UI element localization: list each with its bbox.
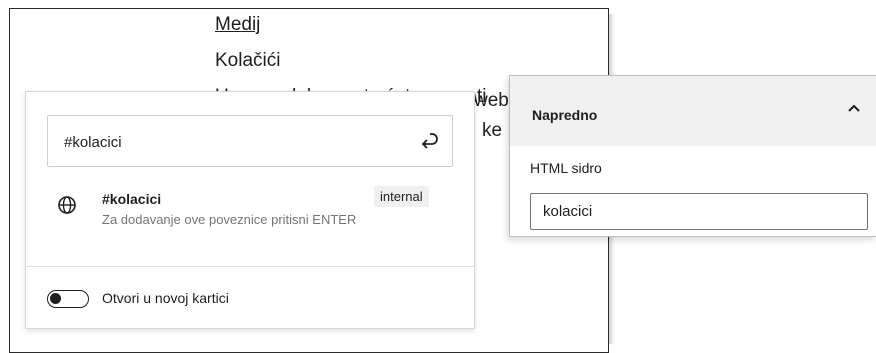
internal-badge: internal [374,186,429,207]
advanced-panel-title: Napredno [532,107,598,123]
suggestion-description: Za dodavanje ove poveznice pritisni ENTE… [102,212,357,227]
html-anchor-label: HTML sidro [530,160,602,176]
link-popover: #kolacici Za dodavanje ove poveznice pri… [25,91,475,329]
editor-heading[interactable]: Kolačići [215,50,280,72]
enter-return-icon[interactable] [418,130,440,154]
suggestion-title: #kolacici [102,191,162,207]
advanced-panel-toggle[interactable]: Napredno [510,76,876,146]
link-search-box [47,115,453,167]
advanced-panel: Napredno HTML sidro [509,75,876,237]
link-suggestion-item[interactable]: #kolacici Za dodavanje ove poveznice pri… [47,184,453,256]
link-search-input[interactable] [64,130,394,154]
popover-divider [26,266,474,267]
globe-icon [57,195,77,215]
open-in-new-tab-label: Otvori u novoj kartici [102,290,229,306]
chevron-up-icon [846,100,862,116]
editor-link-text[interactable]: Medij [215,14,260,36]
html-anchor-input[interactable] [530,193,868,230]
open-in-new-tab-toggle[interactable] [47,290,89,308]
editor-paragraph-fragment: web [474,90,509,111]
editor-paragraph-fragment: ke [482,120,503,141]
toggle-knob [50,293,61,304]
